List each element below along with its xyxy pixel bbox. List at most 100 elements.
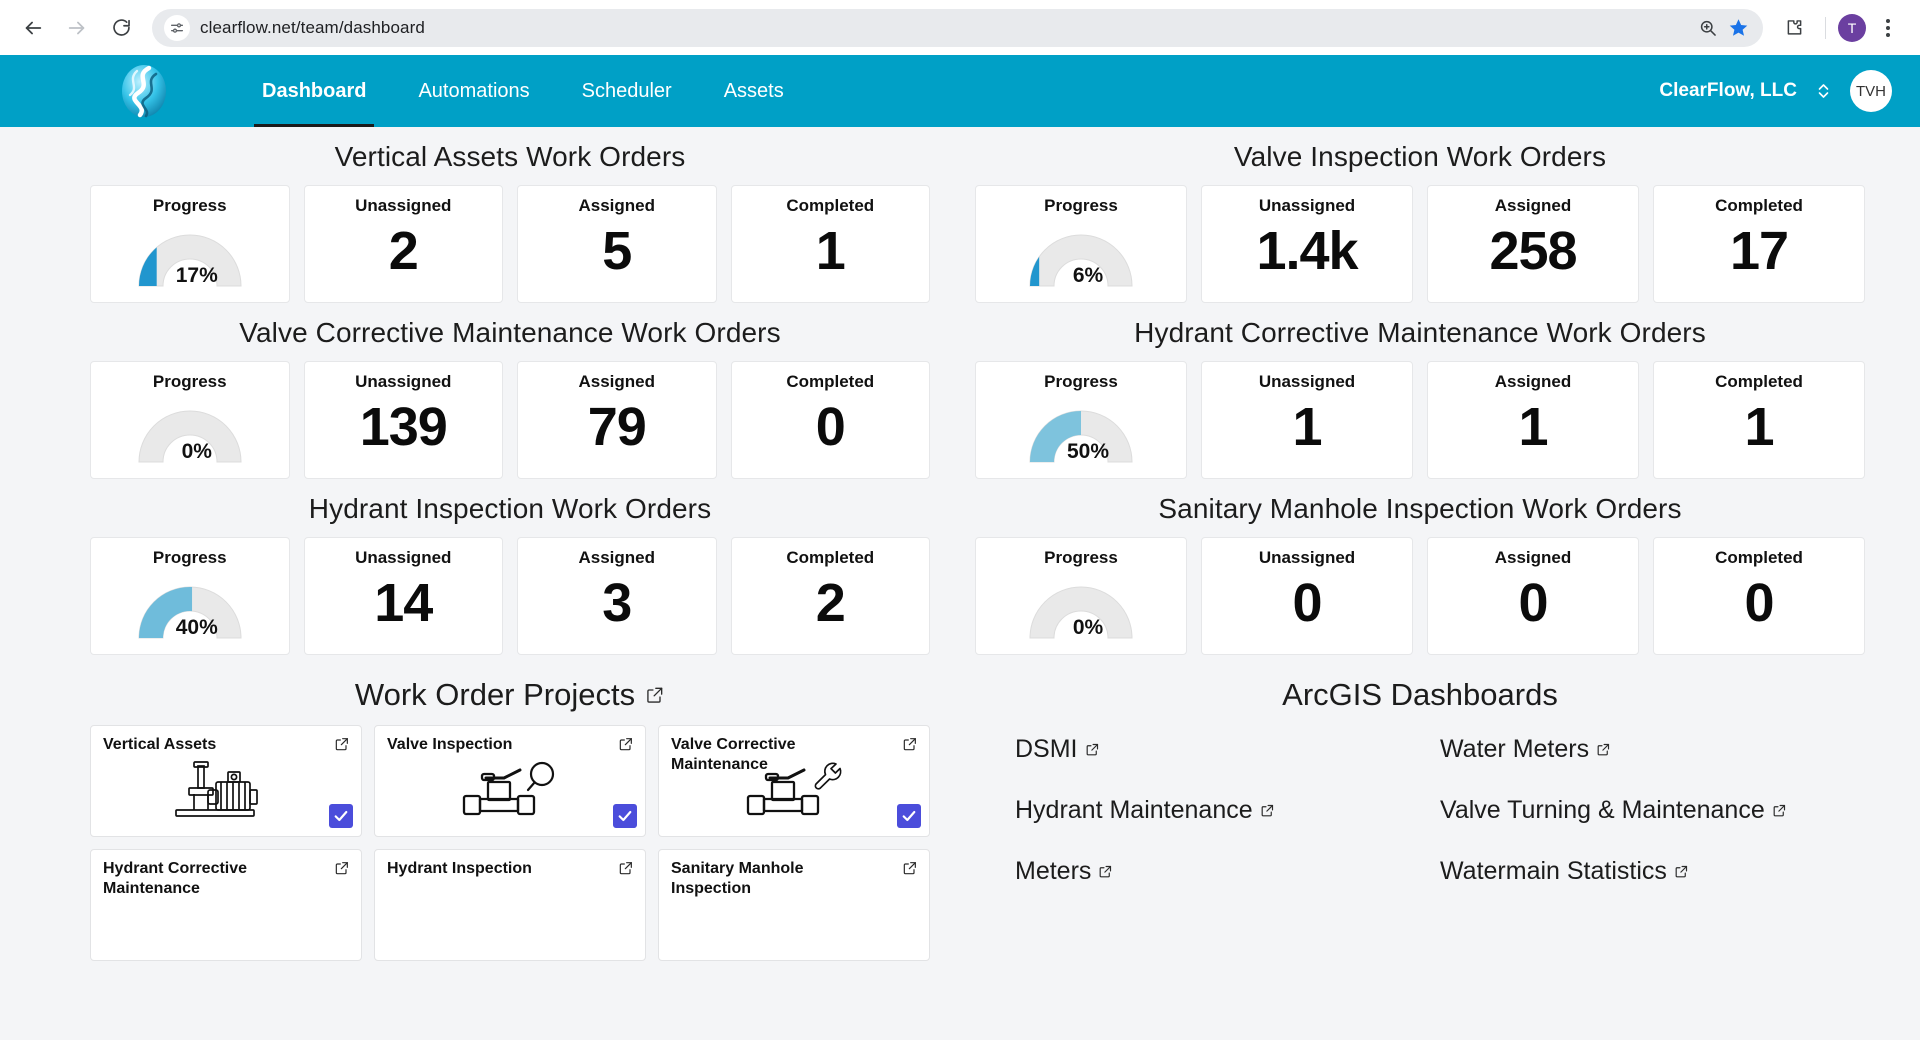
zoom-search-icon[interactable] (1698, 18, 1718, 38)
bookmark-star-icon[interactable] (1728, 17, 1749, 38)
arcgis-link-valve-turning-maintenance[interactable]: Valve Turning & Maintenance (1440, 796, 1865, 825)
kpi-card-unassigned[interactable]: Unassigned 1.4k (1201, 185, 1413, 303)
progress-percent: 0% (1072, 616, 1104, 639)
progress-percent: 0% (181, 440, 212, 463)
project-card-label: Hydrant Inspection (387, 860, 532, 877)
arcgis-link-hydrant-maintenance[interactable]: Hydrant Maintenance (1015, 796, 1440, 825)
project-selected-checkbox[interactable] (613, 804, 637, 828)
kpi-value-completed: 1 (815, 221, 846, 281)
kpi-label-progress: Progress (1044, 372, 1118, 391)
dashboard-page: Vertical Assets Work Orders Progress 17%… (0, 127, 1920, 1040)
kpi-value-unassigned: 139 (359, 397, 448, 457)
group-title-valve-corrective: Valve Corrective Maintenance Work Orders (239, 317, 781, 348)
project-card-vertical-assets[interactable]: Vertical Assets (90, 725, 362, 837)
kpi-label-progress: Progress (1044, 548, 1118, 567)
external-link-icon[interactable] (618, 860, 634, 881)
nav-item-automations[interactable]: Automations (392, 55, 555, 127)
kpi-card-assigned[interactable]: Assigned 258 (1427, 185, 1639, 303)
back-button[interactable] (14, 9, 52, 47)
arcgis-dashboards-title-text: ArcGIS Dashboards (1282, 677, 1558, 712)
kpi-card-unassigned[interactable]: Unassigned 1 (1201, 361, 1413, 479)
arcgis-link-meters[interactable]: Meters (1015, 857, 1440, 886)
external-link-icon[interactable] (645, 685, 665, 705)
project-selected-checkbox[interactable] (897, 804, 921, 828)
nav-item-scheduler[interactable]: Scheduler (556, 55, 698, 127)
kpi-label-unassigned: Unassigned (1258, 548, 1356, 567)
kpi-card-completed[interactable]: Completed 0 (730, 361, 930, 479)
toolbar-divider (1825, 16, 1826, 39)
external-link-icon[interactable] (902, 860, 918, 881)
project-selected-checkbox[interactable] (329, 804, 353, 828)
kpi-card-unassigned[interactable]: Unassigned 139 (303, 361, 503, 479)
kpi-label-completed: Completed (786, 372, 875, 391)
browser-menu-button[interactable] (1870, 10, 1906, 46)
kpi-card-progress[interactable]: Progress 50% (975, 361, 1187, 479)
external-link-icon (1098, 864, 1113, 879)
clearflow-logo[interactable] (118, 62, 170, 120)
project-card-sanitary-manhole-inspection[interactable]: Sanitary Manhole Inspection (658, 849, 930, 961)
kpi-card-completed[interactable]: Completed 17 (1653, 185, 1865, 303)
arcgis-link-watermain-statistics[interactable]: Watermain Statistics (1440, 857, 1865, 886)
kpi-card-progress[interactable]: Progress 40% (90, 537, 290, 655)
group-title-vertical-assets: Vertical Assets Work Orders (334, 141, 686, 172)
work-order-projects-title: Work Order Projects (90, 677, 930, 713)
kpi-label-progress: Progress (152, 372, 227, 391)
reload-icon (111, 17, 132, 38)
external-link-icon (1085, 742, 1100, 757)
extensions-button[interactable] (1775, 9, 1813, 47)
user-avatar[interactable]: TVH (1850, 70, 1892, 112)
nav-item-dashboard[interactable]: Dashboard (236, 55, 392, 127)
nav-item-assets[interactable]: Assets (698, 55, 810, 127)
arcgis-links-grid: DSMI Water Meters Hydrant Maintenance Va… (975, 725, 1865, 886)
external-link-icon[interactable] (334, 736, 350, 757)
project-card-hydrant-inspection[interactable]: Hydrant Inspection (374, 849, 646, 961)
reload-button[interactable] (102, 9, 140, 47)
kpi-card-assigned[interactable]: Assigned 3 (517, 537, 717, 655)
external-link-icon (1674, 864, 1689, 879)
browser-toolbar: clearflow.net/team/dashboard T (0, 0, 1920, 55)
kpi-card-unassigned[interactable]: Unassigned 0 (1201, 537, 1413, 655)
external-link-icon[interactable] (334, 860, 350, 881)
kpi-label-assigned: Assigned (578, 372, 656, 391)
project-card-label: Sanitary Manhole Inspection (671, 860, 804, 898)
kpi-card-unassigned[interactable]: Unassigned 14 (303, 537, 503, 655)
kpi-card-assigned[interactable]: Assigned 5 (517, 185, 717, 303)
kpi-card-assigned[interactable]: Assigned 0 (1427, 537, 1639, 655)
kpi-label-progress: Progress (152, 548, 227, 567)
project-card-valve-inspection[interactable]: Valve Inspection (374, 725, 646, 837)
up-down-chevron-icon[interactable] (1817, 81, 1830, 101)
site-settings-icon[interactable] (164, 14, 190, 41)
browser-profile-avatar[interactable]: T (1838, 13, 1866, 42)
nav-right-cluster: ClearFlow, LLC TVH (1659, 70, 1892, 112)
arcgis-link-water-meters[interactable]: Water Meters (1440, 735, 1865, 764)
external-link-icon (1596, 742, 1611, 757)
progress-gauge: 6% (1018, 220, 1144, 292)
kpi-card-progress[interactable]: Progress 17% (90, 185, 290, 303)
kpi-card-completed[interactable]: Completed 1 (1653, 361, 1865, 479)
kpi-row-hydrant-corrective: Progress 50% Unassigned 1 Assigned 1 Com… (975, 361, 1865, 479)
left-column: Vertical Assets Work Orders Progress 17%… (0, 127, 960, 1040)
kpi-card-completed[interactable]: Completed 0 (1653, 537, 1865, 655)
kpi-card-progress[interactable]: Progress 0% (90, 361, 290, 479)
kpi-label-unassigned: Unassigned (1258, 196, 1356, 215)
kpi-label-unassigned: Unassigned (355, 372, 452, 391)
forward-button[interactable] (58, 9, 96, 47)
kpi-value-assigned: 0 (1518, 573, 1548, 633)
arcgis-link-dsmi[interactable]: DSMI (1015, 735, 1440, 764)
arcgis-dashboards-title: ArcGIS Dashboards (975, 677, 1865, 713)
progress-percent: 17% (175, 264, 218, 287)
kpi-card-progress[interactable]: Progress 6% (975, 185, 1187, 303)
project-card-valve-corrective-maintenance[interactable]: Valve Corrective Maintenance (658, 725, 930, 837)
external-link-icon[interactable] (618, 736, 634, 757)
kpi-card-progress[interactable]: Progress 0% (975, 537, 1187, 655)
kpi-label-assigned: Assigned (1494, 196, 1572, 215)
progress-gauge: 17% (127, 220, 253, 292)
kpi-card-assigned[interactable]: Assigned 79 (517, 361, 717, 479)
kpi-card-unassigned[interactable]: Unassigned 2 (303, 185, 503, 303)
kpi-card-completed[interactable]: Completed 2 (730, 537, 930, 655)
kpi-card-completed[interactable]: Completed 1 (730, 185, 930, 303)
project-card-hydrant-corrective-maintenance[interactable]: Hydrant Corrective Maintenance (90, 849, 362, 961)
external-link-icon[interactable] (902, 736, 918, 757)
address-bar[interactable]: clearflow.net/team/dashboard (152, 8, 1763, 47)
kpi-card-assigned[interactable]: Assigned 1 (1427, 361, 1639, 479)
